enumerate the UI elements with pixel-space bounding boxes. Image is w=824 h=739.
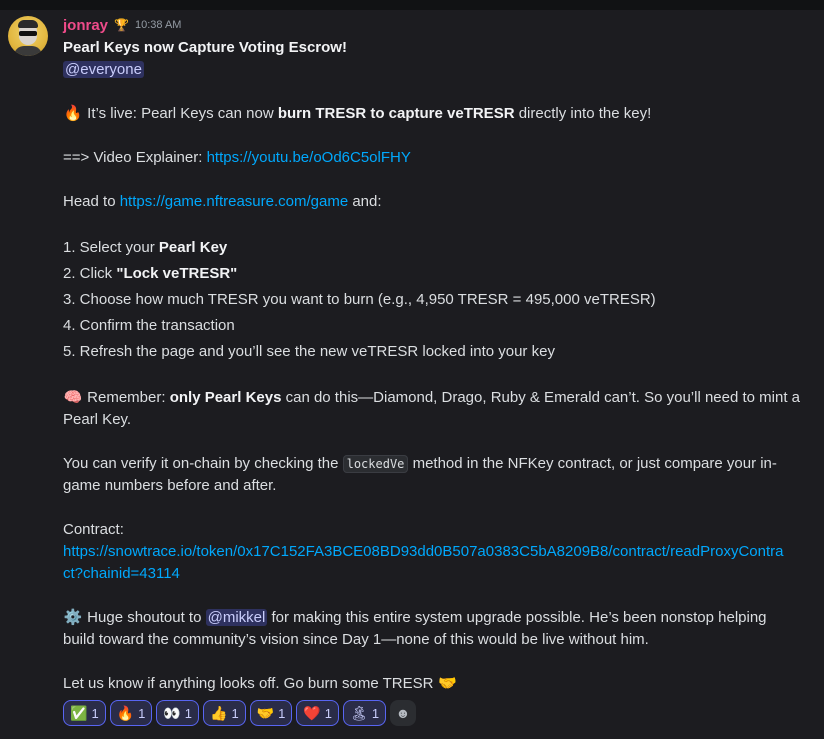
reaction-island[interactable]: 🏝 1 <box>343 700 387 726</box>
step1-prefix: 1. Select your <box>63 239 159 256</box>
reaction-count: 1 <box>91 705 99 721</box>
add-reaction-button[interactable]: ☻ <box>390 700 417 726</box>
remember-suffix: can do this—Diamond, Drago, Ruby & Emera… <box>281 389 801 406</box>
message-header: jonray 🏆 10:38 AM <box>63 15 181 35</box>
fire-icon: 🔥 <box>116 704 135 721</box>
eyes-icon: 👀 <box>163 704 181 721</box>
step2-bold: "Lock veTRESR" <box>116 265 238 282</box>
text-live-suffix: directly into the key! <box>514 105 652 122</box>
remember-line2: Pearl Key. <box>63 411 132 428</box>
reaction-count: 1 <box>278 705 286 721</box>
gear-icon: ⚙️ <box>63 609 83 626</box>
window-top-bar <box>0 0 824 10</box>
video-label: ==> Video Explainer: <box>63 149 207 166</box>
brain-icon: 🧠 <box>63 389 83 406</box>
shoutout-prefix: Huge shoutout to <box>87 609 206 626</box>
game-link[interactable]: https://game.nftreasure.com/game <box>120 193 348 210</box>
reactions-bar: ✅ 1 🔥 1 👀 1 👍 1 🤝 1 ❤️ 1 🏝 1 ☻ <box>63 700 417 726</box>
step3: 3. Choose how much TRESR you want to bur… <box>63 291 656 308</box>
avatar[interactable] <box>8 16 48 56</box>
message-content: Pearl Keys now Capture Voting Escrow! @e… <box>63 37 813 695</box>
reaction-thumbsup[interactable]: 👍 1 <box>203 700 246 726</box>
step2-prefix: 2. Click <box>63 265 117 282</box>
reaction-handshake[interactable]: 🤝 1 <box>249 700 293 726</box>
reaction-count: 1 <box>324 705 333 721</box>
shoutout-suffix: for making this entire system upgrade po… <box>267 609 767 626</box>
thumbs-up-icon: 👍 <box>210 704 228 721</box>
mikkel-mention[interactable]: @mikkel <box>205 609 268 626</box>
verify-line2: game numbers before and after. <box>63 477 277 494</box>
everyone-mention[interactable]: @everyone <box>63 61 144 78</box>
reaction-count: 1 <box>138 705 146 721</box>
step5: 5. Refresh the page and you’ll see the n… <box>63 343 555 360</box>
remember-prefix: Remember: <box>87 389 170 406</box>
timestamp[interactable]: 10:38 AM <box>135 19 181 31</box>
head-prefix: Head to <box>63 193 120 210</box>
shoutout-line2: build toward the community’s vision sinc… <box>63 631 649 648</box>
verify-prefix: You can verify it on-chain by checking t… <box>63 455 343 472</box>
chat-message: jonray 🏆 10:38 AM Pearl Keys now Capture… <box>0 10 824 739</box>
reaction-count: 1 <box>231 705 239 721</box>
handshake-icon: 🤝 <box>256 704 275 721</box>
heart-icon: ❤️ <box>303 704 321 721</box>
closing-text: Let us know if anything looks off. Go bu… <box>63 675 438 692</box>
remember-bold: only Pearl Keys <box>169 389 282 406</box>
step4: 4. Confirm the transaction <box>63 317 235 334</box>
reaction-fire[interactable]: 🔥 1 <box>109 700 153 726</box>
head-suffix: and: <box>348 193 382 210</box>
reaction-heart[interactable]: ❤️ 1 <box>296 700 340 726</box>
step1-bold: Pearl Key <box>158 239 228 256</box>
trophy-icon: 🏆 <box>114 18 129 32</box>
island-icon: 🏝 <box>350 704 368 721</box>
contract-link-cont[interactable]: ct?chainid=43114 <box>63 565 180 582</box>
contract-link[interactable]: https://snowtrace.io/token/0x17C152FA3BC… <box>63 543 783 560</box>
reaction-check[interactable]: ✅ 1 <box>63 700 106 726</box>
smiley-icon: ☻ <box>395 705 411 721</box>
fire-icon: 🔥 <box>63 105 83 122</box>
reaction-count: 1 <box>184 705 193 721</box>
locked-ve-code: lockedVe <box>342 455 409 473</box>
verify-suffix: method in the NFKey contract, or just co… <box>408 455 777 472</box>
username[interactable]: jonray <box>63 17 108 34</box>
reaction-count: 1 <box>371 705 380 721</box>
check-icon: ✅ <box>70 704 88 721</box>
handshake-icon: 🤝 <box>438 675 457 692</box>
avatar-hair <box>18 20 38 28</box>
contract-label: Contract: <box>63 521 124 538</box>
message-title: Pearl Keys now Capture Voting Escrow! <box>63 39 347 56</box>
reaction-eyes[interactable]: 👀 1 <box>156 700 200 726</box>
text-live-bold: burn TRESR to capture veTRESR <box>277 105 515 122</box>
avatar-shirt <box>14 46 42 56</box>
video-link[interactable]: https://youtu.be/oOd6C5olFHY <box>207 149 411 166</box>
avatar-sunglasses <box>19 31 37 36</box>
text-live-prefix: It’s live: Pearl Keys can now <box>87 105 278 122</box>
